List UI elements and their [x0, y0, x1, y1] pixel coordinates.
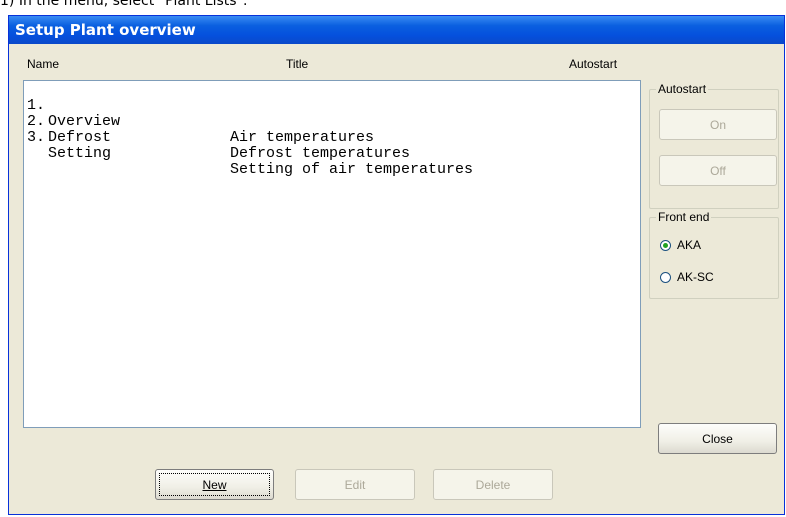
list-item[interactable]: 3. Setting Setting of air temperatures: [24, 114, 640, 178]
front-end-option-label: AK-SC: [677, 270, 714, 284]
front-end-option-ak-sc[interactable]: AK-SC: [660, 270, 714, 284]
autostart-group: Autostart On Off: [649, 82, 779, 209]
list-item-title: Air temperatures: [230, 129, 375, 146]
front-end-group: Front end AKA AK-SC: [649, 210, 779, 299]
list-item-title: Defrost temperatures: [230, 145, 411, 162]
setup-plant-overview-dialog: Setup Plant overview Name Title Autostar…: [8, 15, 785, 515]
dialog-title: Setup Plant overview: [9, 16, 784, 44]
radio-checked-icon[interactable]: [660, 239, 671, 251]
close-button[interactable]: Close: [658, 423, 777, 454]
autostart-on-button[interactable]: On: [659, 109, 777, 140]
list-item[interactable]: 2. Defrost Defrost temperatures: [24, 98, 640, 162]
column-header-autostart[interactable]: Autostart: [569, 57, 617, 71]
front-end-option-aka[interactable]: AKA: [660, 238, 701, 252]
edit-button[interactable]: Edit: [295, 469, 415, 500]
autostart-group-label: Autostart: [656, 82, 709, 96]
new-button[interactable]: New: [155, 469, 274, 500]
front-end-group-label: Front end: [656, 210, 712, 224]
front-end-option-label: AKA: [677, 238, 702, 252]
column-header-title[interactable]: Title: [286, 57, 308, 71]
list-item-name: Setting: [48, 145, 112, 162]
list-item-number: 3.: [27, 129, 46, 146]
radio-unchecked-icon[interactable]: [660, 271, 671, 283]
autostart-off-button[interactable]: Off: [659, 155, 777, 186]
column-header-name[interactable]: Name: [27, 57, 59, 71]
instruction-caption: 1) In the menu, select "Plant Lists".: [0, 0, 248, 9]
plant-list[interactable]: 1. Overview Air temperatures 2. Defrost …: [23, 80, 641, 428]
delete-button[interactable]: Delete: [433, 469, 553, 500]
list-item[interactable]: 1. Overview Air temperatures: [24, 82, 640, 146]
list-item-title: Setting of air temperatures: [230, 161, 474, 178]
